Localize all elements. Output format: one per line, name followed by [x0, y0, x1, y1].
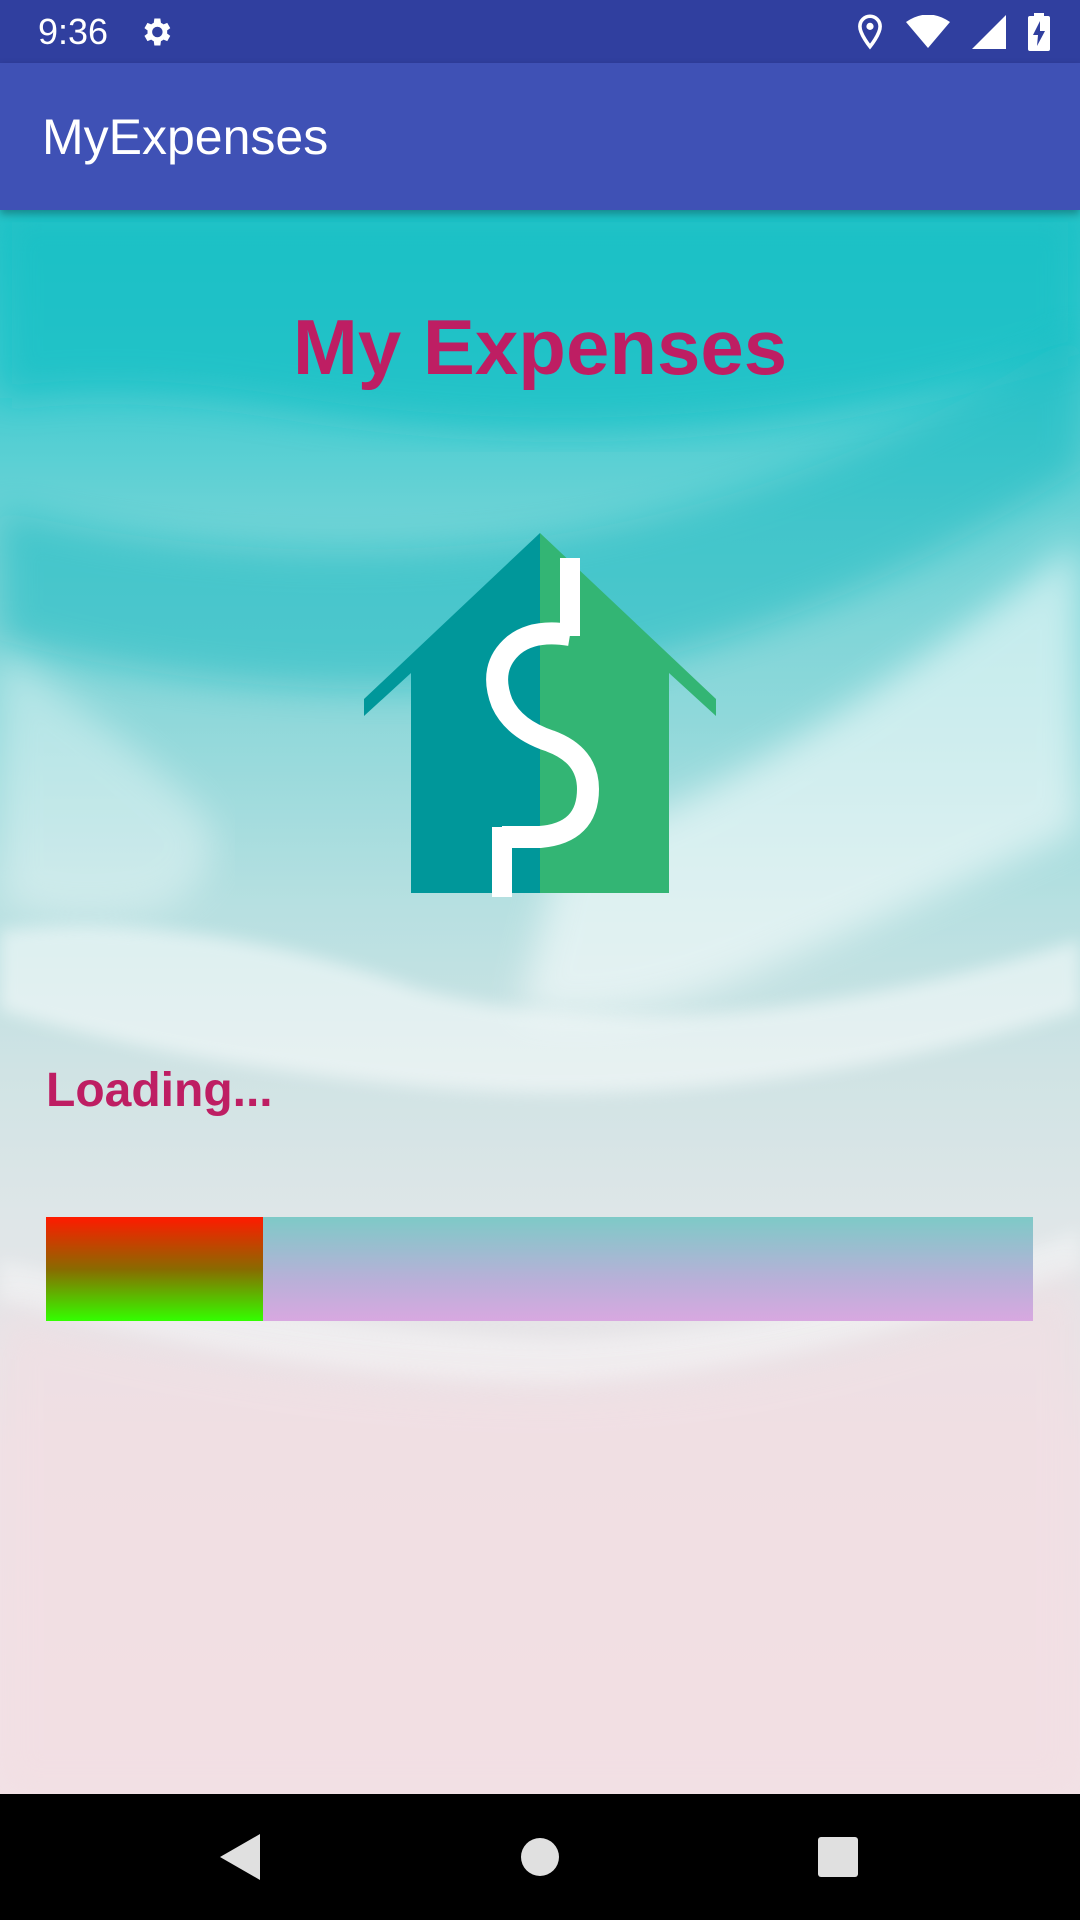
gear-icon — [144, 18, 171, 46]
location-icon — [858, 14, 882, 50]
battery-charging-icon — [1028, 13, 1050, 51]
beach-background — [0, 210, 1080, 1794]
app-title: MyExpenses — [42, 109, 329, 165]
back-icon — [220, 1834, 260, 1880]
loading-text: Loading... — [46, 1064, 273, 1117]
back-button[interactable] — [210, 1827, 270, 1887]
wifi-icon — [906, 15, 950, 48]
splash-content: My Expenses Loading... — [0, 210, 1080, 1794]
status-time: 9:36 — [38, 11, 109, 52]
home-icon — [521, 1838, 559, 1876]
status-bar: 9:36 — [0, 0, 1080, 63]
navigation-bar — [0, 1794, 1080, 1920]
loading-progress-bar — [46, 1217, 1033, 1321]
status-icons — [856, 12, 1050, 52]
recents-icon — [818, 1837, 858, 1877]
app-bar: MyExpenses — [0, 63, 1080, 210]
signal-icon — [972, 15, 1006, 49]
recents-button[interactable] — [808, 1827, 868, 1887]
house-dollar-logo — [364, 533, 716, 897]
progress-bar-fill — [46, 1217, 264, 1321]
home-button[interactable] — [510, 1827, 570, 1887]
main-title: My Expenses — [292, 303, 788, 391]
